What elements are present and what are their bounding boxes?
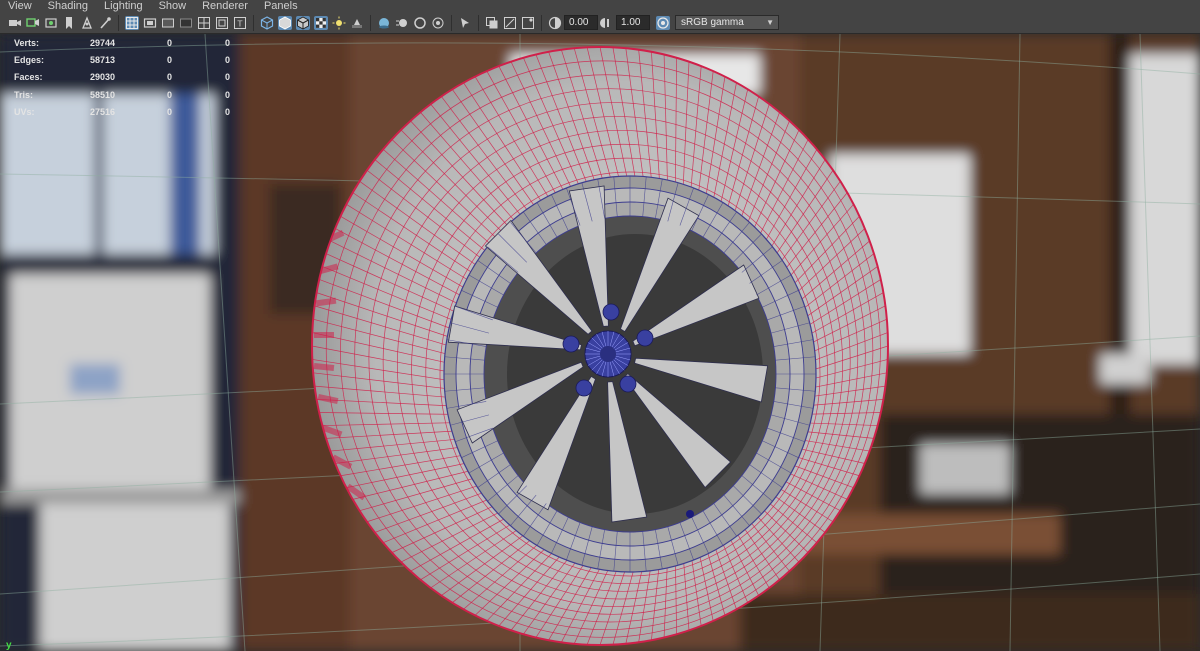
toolbar-separator (253, 14, 254, 31)
view-axis-indicator: y (6, 640, 12, 651)
gamma-input[interactable]: 1.00 (616, 15, 650, 30)
hud-row-uvs: UVs: 27516 0 0 (14, 106, 231, 117)
hud-row-verts: Verts: 29744 0 0 (14, 37, 231, 48)
exposure-icon[interactable] (548, 16, 562, 30)
camera-lock-icon[interactable] (44, 16, 58, 30)
image-plane-icon[interactable] (80, 15, 94, 30)
gate-mask-icon[interactable] (179, 16, 193, 30)
menu-panels[interactable]: Panels (256, 0, 306, 12)
svg-text:T: T (237, 19, 243, 28)
gamma-icon[interactable] (600, 16, 614, 30)
menu-show[interactable]: Show (151, 0, 195, 12)
color-space-select[interactable]: sRGB gamma ▼ (675, 15, 779, 30)
field-chart-icon[interactable] (197, 16, 211, 30)
toolbar-separator (451, 14, 452, 31)
toolbar-separator (370, 14, 371, 31)
exposure-input[interactable]: 0.00 (564, 15, 598, 30)
toolbar-separator (541, 14, 542, 31)
rim-mesh[interactable] (443, 175, 817, 573)
hud-row-faces: Faces: 29030 0 0 (14, 72, 231, 83)
film-gate-icon[interactable] (143, 16, 157, 30)
shadows-icon[interactable] (350, 16, 364, 30)
menu-view[interactable]: View (0, 0, 40, 12)
poly-count-hud: Verts: 29744 0 0 Edges: 58713 0 0 Faces:… (14, 34, 245, 120)
anti-aliasing-icon[interactable] (413, 16, 427, 30)
panel-toolbar: T 0.00 1.00 sRGB gamma ▼ (0, 12, 1200, 34)
color-management-icon[interactable] (656, 15, 670, 30)
grid-icon[interactable] (125, 15, 139, 30)
smooth-shade-icon[interactable] (278, 15, 292, 30)
3d-viewport[interactable] (0, 34, 1200, 651)
isolate-icon[interactable] (458, 16, 472, 30)
ambient-occlusion-icon[interactable] (377, 16, 391, 30)
wireframe-icon[interactable] (260, 15, 274, 30)
camera-attr-icon[interactable] (26, 16, 40, 30)
toolbar-separator (118, 14, 119, 31)
hud-row-edges: Edges: 58713 0 0 (14, 54, 231, 65)
menu-lighting[interactable]: Lighting (96, 0, 151, 12)
resolution-gate-icon[interactable] (161, 16, 175, 30)
viewport-scene (0, 34, 1200, 651)
textured-icon[interactable] (314, 15, 328, 30)
camera-icon[interactable] (8, 16, 22, 30)
panel-menu-bar: View Shading Lighting Show Renderer Pane… (0, 0, 1200, 12)
chevron-down-icon: ▼ (766, 18, 774, 27)
depth-of-field-icon[interactable] (431, 16, 445, 30)
xray-icon[interactable] (485, 16, 499, 30)
menu-renderer[interactable]: Renderer (194, 0, 256, 12)
lights-icon[interactable] (332, 16, 346, 30)
safe-title-icon[interactable]: T (233, 16, 247, 30)
safe-area-icon[interactable] (215, 16, 229, 30)
bookmark-icon[interactable] (62, 16, 76, 30)
menu-shading[interactable]: Shading (40, 0, 96, 12)
hud-row-tris: Tris: 58510 0 0 (14, 89, 231, 100)
color-space-value: sRGB gamma (681, 17, 744, 28)
wireframe-on-shaded-icon[interactable] (296, 15, 310, 30)
pick-tool-icon[interactable] (98, 16, 112, 30)
toolbar-separator (478, 14, 479, 31)
xray-components-icon[interactable] (521, 16, 535, 30)
xray-joints-icon[interactable] (503, 16, 517, 30)
motion-blur-icon[interactable] (395, 16, 409, 30)
